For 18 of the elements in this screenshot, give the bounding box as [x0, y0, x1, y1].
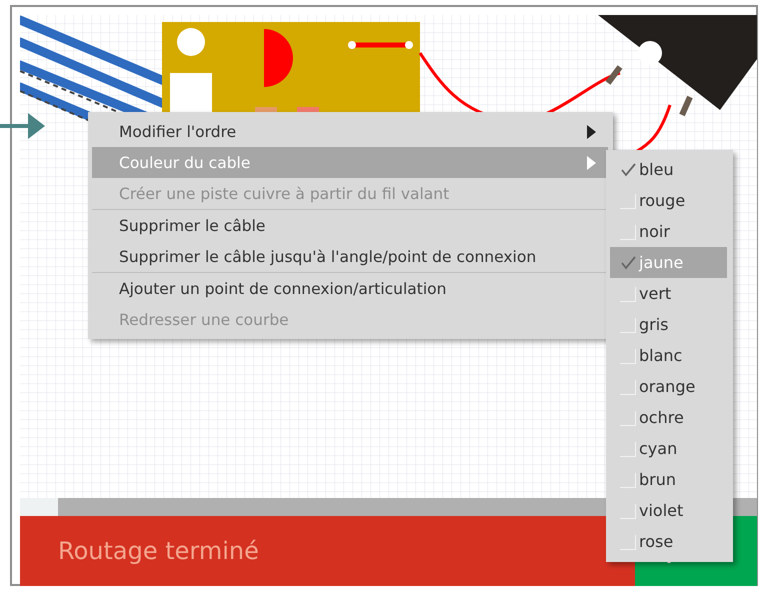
color-option[interactable]: noir — [610, 216, 727, 247]
color-option[interactable]: rouge — [610, 185, 727, 216]
color-option[interactable]: cyan — [610, 433, 727, 464]
color-option[interactable]: blanc — [610, 340, 727, 371]
color-option[interactable]: brun — [610, 464, 727, 495]
color-option[interactable]: gris — [610, 309, 727, 340]
menu-item[interactable]: Supprimer le câble jusqu'à l'angle/point de connexion — [92, 241, 608, 272]
color-option[interactable]: rose — [610, 526, 727, 557]
color-option[interactable]: orange — [610, 371, 727, 402]
color-option[interactable]: violet — [610, 495, 727, 526]
color-option[interactable]: bleu — [610, 154, 727, 185]
menu-item[interactable]: Supprimer le câble — [92, 210, 608, 241]
menu-item[interactable]: Modifier l'ordre — [92, 116, 608, 147]
arrow-icon — [0, 110, 46, 142]
color-option[interactable]: ochre — [610, 402, 727, 433]
menu-item[interactable]: Ajouter un point de connexion/articulation — [92, 273, 608, 304]
status-message: Routage terminé — [58, 537, 259, 565]
color-option[interactable]: vert — [610, 278, 727, 309]
